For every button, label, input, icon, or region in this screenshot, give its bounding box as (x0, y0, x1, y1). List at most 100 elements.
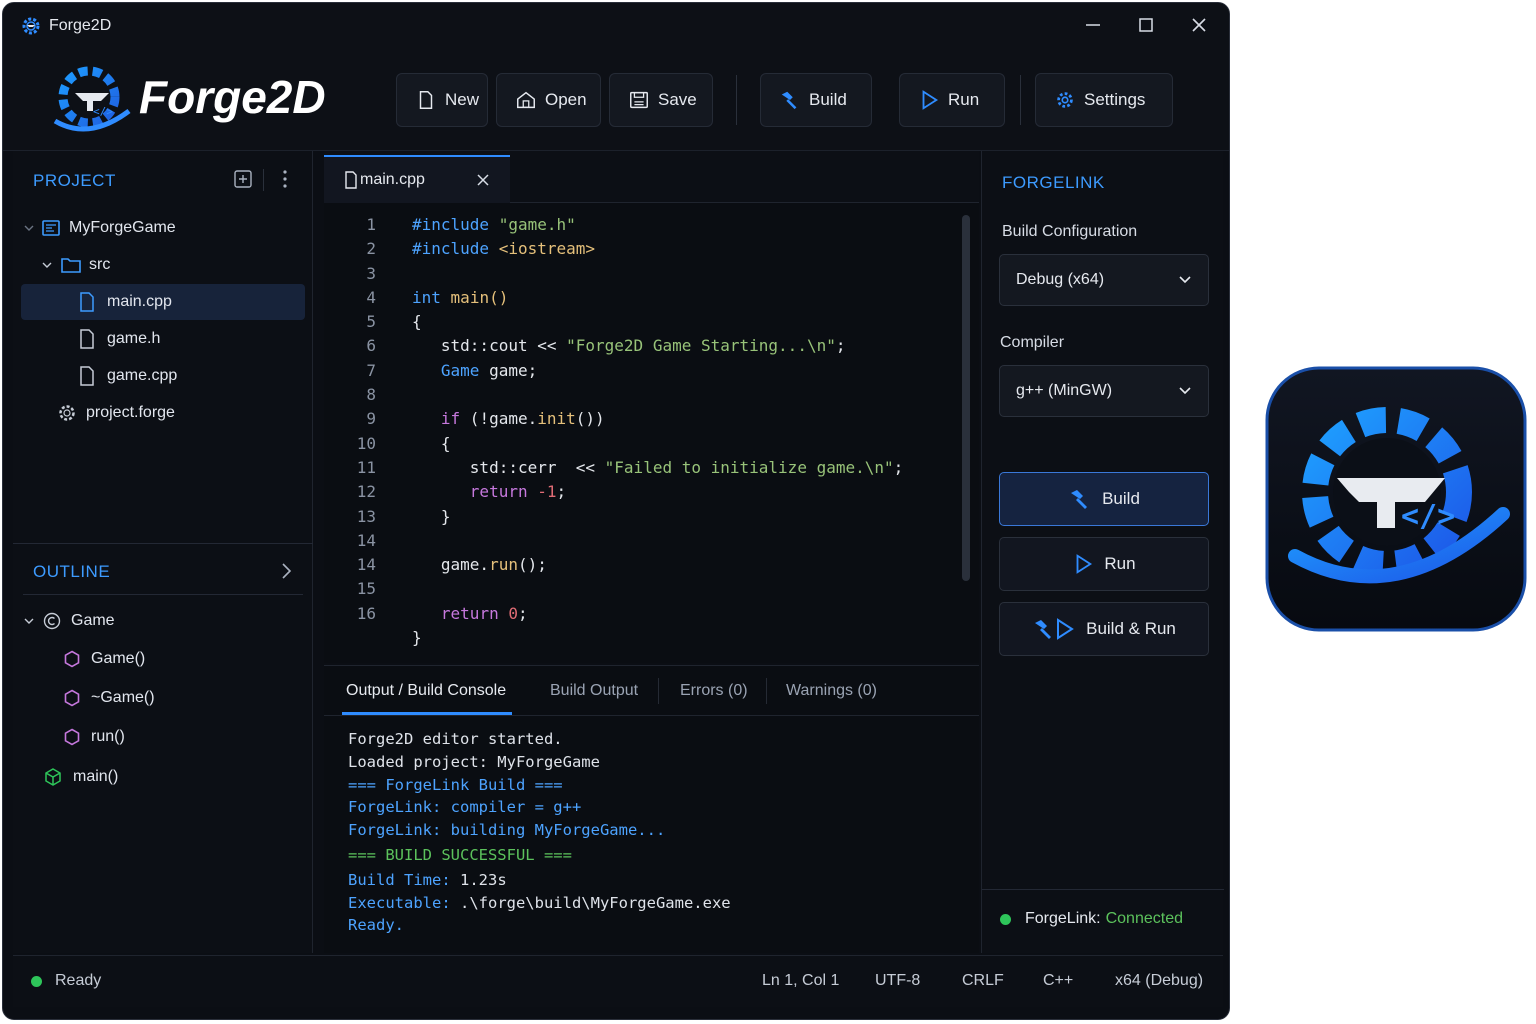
compiler-value: g++ (MinGW) (1016, 382, 1113, 399)
tab-label: Warnings (0) (786, 682, 877, 699)
logo-wordmark: Forge2D (139, 71, 326, 123)
outline-item-label: Game() (91, 650, 146, 667)
line-number: 3 (366, 263, 376, 283)
tree-item-game-h[interactable]: game.h (21, 321, 305, 357)
more-options-icon[interactable] (277, 168, 293, 190)
line-number: 6 (366, 336, 376, 356)
forgelink-status-value: Connected (1105, 910, 1183, 927)
window-title: Forge2D (49, 17, 112, 34)
editor-scrollbar[interactable] (962, 215, 970, 581)
tree-item-game-cpp[interactable]: game.cpp (21, 358, 305, 394)
build-run-label: Build & Run (1086, 619, 1176, 638)
console-log[interactable]: Forge2D editor started. Loaded project: … (348, 728, 731, 937)
open-button[interactable]: Open (496, 73, 601, 127)
tab-separator (658, 678, 659, 704)
status-text: Ready (55, 972, 102, 989)
line-number: 16 (356, 603, 376, 623)
output-divider (324, 715, 979, 716)
method-icon (64, 650, 80, 668)
line-number: 14 (356, 530, 376, 550)
tab-build-output[interactable]: Build Output (550, 666, 638, 716)
forgelink-build-button[interactable]: Build (999, 472, 1209, 526)
line-ending-indicator[interactable]: CRLF (962, 972, 1004, 990)
save-button[interactable]: Save (609, 73, 713, 127)
tree-item-project-forge[interactable]: project.forge (21, 395, 305, 431)
maximize-icon (1139, 18, 1153, 32)
tree-item-src-folder[interactable]: src (21, 247, 305, 283)
add-file-icon[interactable] (233, 169, 253, 189)
tab-label: Build Output (550, 682, 639, 699)
chevron-down-icon (1179, 387, 1191, 395)
open-button-label: Open (545, 90, 587, 109)
outline-item-label: main() (73, 768, 119, 785)
file-icon (80, 366, 94, 386)
status-bar: Ready Ln 1, Col 1 UTF-8 CRLF C++ x64 (De… (13, 955, 1223, 1007)
build-target-indicator[interactable]: x64 (Debug) (1115, 972, 1203, 990)
build-run-icon (1035, 618, 1074, 640)
close-window-button[interactable] (1187, 13, 1211, 37)
tab-label: Errors (0) (680, 682, 748, 699)
compiler-select[interactable]: g++ (MinGW) (999, 365, 1209, 417)
method-icon (64, 689, 80, 707)
tree-item-label: game.cpp (107, 367, 178, 384)
build-config-select[interactable]: Debug (x64) (999, 254, 1209, 306)
forgelink-run-button[interactable]: Run (999, 537, 1209, 591)
folder-icon (61, 258, 81, 273)
build-config-label: Build Configuration (1002, 223, 1138, 240)
console-line: === BUILD SUCCESSFUL === (348, 845, 572, 864)
tree-item-main-cpp[interactable]: main.cpp (21, 284, 305, 320)
hammer-icon (1071, 490, 1088, 509)
forgelink-status: ForgeLink: Connected (1000, 910, 1183, 928)
minimize-icon (1086, 24, 1100, 26)
tab-separator (766, 678, 767, 704)
toolbar-separator (1020, 75, 1021, 125)
tab-warnings[interactable]: Warnings (0) (786, 666, 877, 716)
outline-item-method[interactable]: Game() (21, 641, 305, 677)
build-label: Build (1102, 489, 1140, 508)
tree-item-label: main.cpp (107, 293, 172, 310)
settings-button[interactable]: Settings (1035, 73, 1173, 127)
outline-item-method[interactable]: run() (21, 719, 305, 755)
build-button[interactable]: Build (760, 73, 872, 127)
cursor-position[interactable]: Ln 1, Col 1 (762, 972, 839, 990)
save-icon (630, 91, 648, 109)
console-line: ForgeLink: building MyForgeGame... (348, 821, 666, 840)
main-toolbar: </> Forge2D New Open Save Build Run Sett… (3, 49, 1229, 151)
tab-output-console[interactable]: Output / Build Console (346, 666, 506, 716)
outline-item-method[interactable]: ~Game() (21, 680, 305, 716)
chevron-down-icon (24, 618, 34, 624)
tab-main-cpp[interactable]: main.cpp (324, 155, 510, 203)
forge-gear-icon (22, 17, 40, 35)
outline-item-class-game[interactable]: Game (21, 603, 305, 639)
settings-file-icon (59, 405, 75, 421)
outline-item-function-main[interactable]: main() (21, 759, 305, 795)
close-tab-icon[interactable] (476, 173, 490, 187)
chevron-down-icon (24, 225, 34, 231)
console-line: Forge2D editor started. (348, 730, 563, 748)
line-number: 13 (356, 506, 376, 526)
tree-item-label: src (89, 256, 111, 273)
line-number: 11 (356, 457, 376, 477)
forgelink-build-run-button[interactable]: Build & Run (999, 602, 1209, 656)
project-panel: PROJECT MyForgeGame src main.cpp game.h (13, 151, 313, 953)
run-button[interactable]: Run (899, 73, 1005, 127)
tree-item-project-root[interactable]: MyForgeGame (21, 210, 305, 246)
run-button-label: Run (948, 90, 980, 109)
encoding-indicator[interactable]: UTF-8 (875, 972, 920, 990)
tab-errors[interactable]: Errors (0) (680, 666, 748, 716)
save-button-label: Save (658, 90, 697, 109)
outline-item-label: run() (91, 728, 125, 745)
maximize-button[interactable] (1134, 13, 1158, 37)
build-button-label: Build (809, 90, 847, 109)
tree-item-label: MyForgeGame (69, 219, 176, 236)
console-line: ForgeLink: compiler = g++ (348, 798, 582, 817)
minimize-button[interactable] (1081, 13, 1105, 37)
function-cube-icon (45, 768, 61, 786)
project-panel-title: PROJECT (33, 171, 116, 190)
line-number: 4 (366, 287, 376, 307)
line-number: 2 (366, 239, 376, 259)
new-button[interactable]: New (396, 73, 488, 127)
code-area[interactable]: 1 #include "game.h" 2 #include <iostream> … (324, 213, 964, 650)
chevron-right-icon[interactable] (279, 561, 293, 581)
language-indicator[interactable]: C++ (1043, 972, 1073, 990)
